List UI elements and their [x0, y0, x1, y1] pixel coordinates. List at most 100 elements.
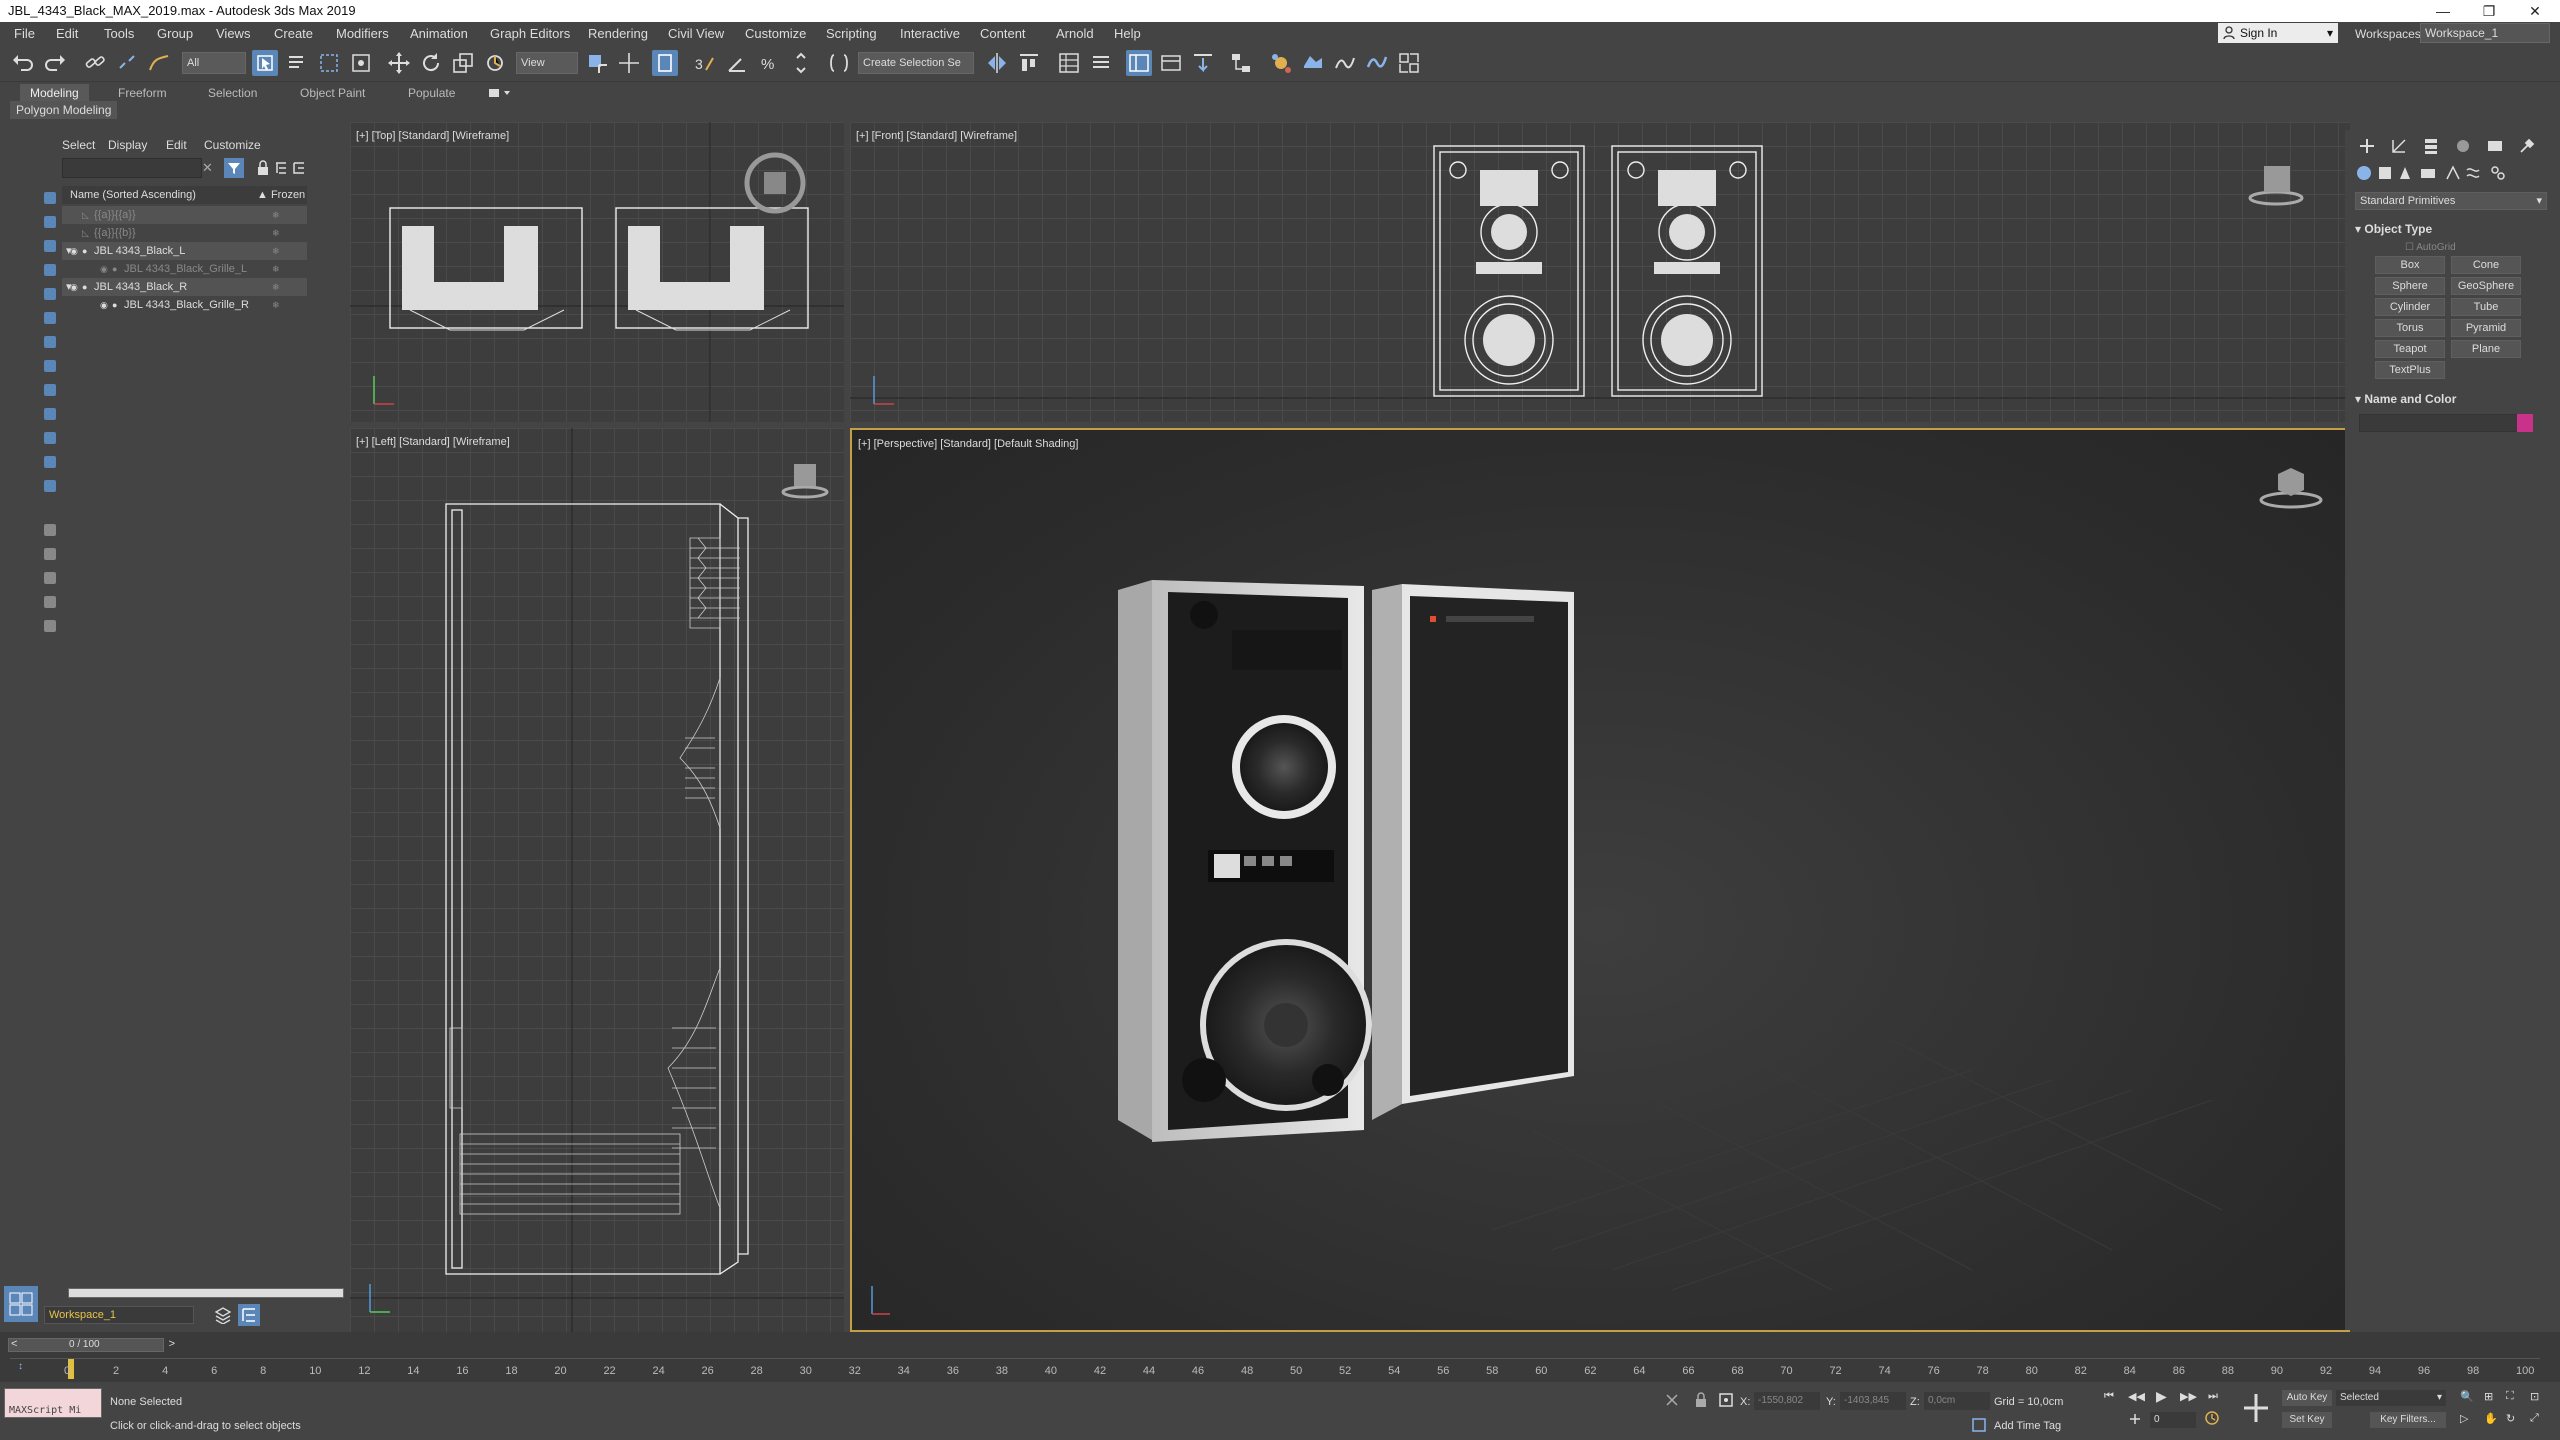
material-editor-icon[interactable] — [1268, 50, 1294, 76]
find-icon[interactable] — [44, 596, 56, 608]
workspace-select[interactable]: Workspace_1 — [2420, 23, 2550, 43]
ribbon-tab-selection[interactable]: Selection — [198, 84, 267, 102]
menu-views[interactable]: Views — [216, 26, 250, 41]
track-bar[interactable]: ↕ 0 2 4 6 8 10 12 14 16 18 20 22 24 26 28 30 32 34 36 38 40 4… — [10, 1358, 2540, 1380]
name-and-color-rollout[interactable]: ▾ Name and Color — [2355, 392, 2456, 406]
ribbon-tab-object-paint[interactable]: Object Paint — [290, 84, 375, 102]
create-tube-button[interactable]: Tube — [2451, 298, 2521, 316]
z-coordinate-field[interactable]: 0,0cm — [1924, 1392, 1990, 1410]
edit-named-selection-icon[interactable] — [826, 50, 852, 76]
key-filters-button[interactable]: Key Filters... — [2370, 1412, 2446, 1428]
redo-icon[interactable] — [42, 50, 68, 76]
current-frame-field[interactable]: 0 — [2150, 1412, 2196, 1428]
create-geosphere-button[interactable]: GeoSphere — [2451, 277, 2521, 295]
utilities-tab-icon[interactable] — [2517, 136, 2537, 161]
place-icon[interactable] — [482, 50, 508, 76]
zoom-all-icon[interactable]: ⊞ — [2484, 1390, 2493, 1403]
layers-icon[interactable] — [214, 1306, 232, 1329]
isolate-selection-icon[interactable] — [1664, 1392, 1680, 1413]
y-coordinate-field[interactable]: -1403,845 — [1840, 1392, 1906, 1410]
menu-arnold[interactable]: Arnold — [1056, 26, 1094, 41]
next-frame-icon[interactable]: ▶▶ — [2180, 1390, 2197, 1403]
explorer-menu-select[interactable]: Select — [62, 138, 95, 152]
menu-civil-view[interactable]: Civil View — [668, 26, 724, 41]
menu-content[interactable]: Content — [980, 26, 1026, 41]
menu-tools[interactable]: Tools — [104, 26, 134, 41]
select-manipulate-icon[interactable] — [616, 50, 642, 76]
frozen-toggle-icon[interactable]: ❄ — [272, 278, 280, 296]
field-of-view-icon[interactable]: ▷ — [2460, 1412, 2468, 1425]
display-geometry-icon[interactable] — [44, 216, 56, 228]
viewport-front-label[interactable]: [+] [Front] [Standard] [Wireframe] — [856, 130, 1017, 142]
invert-display-icon[interactable] — [44, 524, 56, 536]
viewport-layouts-icon[interactable] — [4, 1286, 38, 1322]
maxscript-listener[interactable]: MAXScript Mi — [4, 1388, 102, 1418]
undo-icon[interactable] — [10, 50, 36, 76]
orbit-icon[interactable]: ↻ — [2506, 1412, 2515, 1425]
select-object-icon[interactable] — [252, 50, 278, 76]
curve-editor-icon[interactable] — [1190, 50, 1216, 76]
menu-interactive[interactable]: Interactive — [900, 26, 960, 41]
display-containers-icon[interactable] — [44, 408, 56, 420]
display-references-icon[interactable] — [44, 572, 56, 584]
create-textplus-button[interactable]: TextPlus — [2375, 361, 2445, 379]
display-all-icon[interactable] — [44, 480, 56, 492]
close-button[interactable]: ✕ — [2512, 0, 2558, 22]
maximize-button[interactable]: ❐ — [2466, 0, 2512, 22]
keyboard-shortcut-override-icon[interactable] — [652, 50, 678, 76]
create-cone-button[interactable]: Cone — [2451, 256, 2521, 274]
display-children-icon[interactable] — [44, 548, 56, 560]
minimize-button[interactable]: — — [2420, 0, 2466, 22]
display-frozen-icon[interactable] — [44, 432, 56, 444]
move-icon[interactable] — [386, 50, 412, 76]
zoom-icon[interactable]: 🔍 — [2460, 1390, 2474, 1403]
menu-graph-editors[interactable]: Graph Editors — [490, 26, 570, 41]
object-type-rollout[interactable]: ▾ Object Type — [2355, 222, 2432, 236]
menu-group[interactable]: Group — [157, 26, 193, 41]
column-name-header[interactable]: Name (Sorted Ascending) — [70, 189, 196, 201]
link-icon[interactable] — [82, 50, 108, 76]
create-pyramid-button[interactable]: Pyramid — [2451, 319, 2521, 337]
menu-help[interactable]: Help — [1114, 26, 1141, 41]
filter-options-icon[interactable] — [44, 620, 56, 632]
autogrid-checkbox[interactable]: ☐ AutoGrid — [2405, 242, 2456, 253]
display-space-warps-icon[interactable] — [44, 336, 56, 348]
unlink-icon[interactable] — [114, 50, 140, 76]
viewport-left[interactable]: [+] [Left] [Standard] [Wireframe] — [350, 428, 844, 1332]
rectangular-selection-icon[interactable] — [316, 50, 342, 76]
window-crossing-icon[interactable] — [348, 50, 374, 76]
layer-hierarchy-icon[interactable] — [292, 160, 306, 181]
hierarchy-tab-icon[interactable] — [2421, 136, 2441, 161]
ribbon-options-icon[interactable] — [488, 86, 514, 100]
pivot-center-icon[interactable] — [584, 50, 610, 76]
selection-filter-select[interactable]: All — [182, 52, 246, 74]
align-icon[interactable] — [1016, 50, 1042, 76]
render-production-icon[interactable] — [1364, 50, 1390, 76]
hierarchy-mode-icon[interactable] — [238, 1304, 260, 1326]
key-mode-icon[interactable] — [2128, 1412, 2142, 1431]
render-in-cloud-icon[interactable] — [1396, 50, 1422, 76]
time-configuration-icon[interactable] — [2204, 1410, 2220, 1431]
create-cylinder-button[interactable]: Cylinder — [2375, 298, 2445, 316]
viewport-left-label[interactable]: [+] [Left] [Standard] [Wireframe] — [356, 436, 510, 448]
create-torus-button[interactable]: Torus — [2375, 319, 2445, 337]
time-tag-icon[interactable] — [1972, 1418, 1986, 1437]
motion-tab-icon[interactable] — [2453, 136, 2473, 161]
visibility-toggle-icon[interactable]: ◉ — [100, 260, 108, 278]
object-name-input[interactable] — [2359, 414, 2529, 432]
angle-snap-icon[interactable] — [724, 50, 750, 76]
display-lights-icon[interactable] — [44, 264, 56, 276]
display-helpers-icon[interactable] — [44, 312, 56, 324]
lock-icon[interactable] — [256, 160, 270, 181]
viewcube-top[interactable] — [742, 150, 808, 216]
viewport-perspective[interactable]: [+] [Perspective] [Standard] [Default Sh… — [850, 428, 2350, 1332]
explorer-row[interactable]: ◺ {{a}}{{a}} ❄ — [62, 206, 307, 224]
reference-coordinate-select[interactable]: View — [516, 52, 578, 74]
frozen-toggle-icon[interactable]: ❄ — [272, 296, 280, 314]
filter-icon[interactable] — [224, 158, 244, 178]
display-shapes-icon[interactable] — [44, 240, 56, 252]
expand-toggle-icon[interactable]: ▾ — [66, 242, 72, 260]
visibility-toggle-icon[interactable]: ◉ — [100, 296, 108, 314]
time-slider[interactable]: < 0 / 100 > — [8, 1338, 175, 1352]
column-frozen-header[interactable]: ▲ Frozen — [257, 189, 305, 201]
